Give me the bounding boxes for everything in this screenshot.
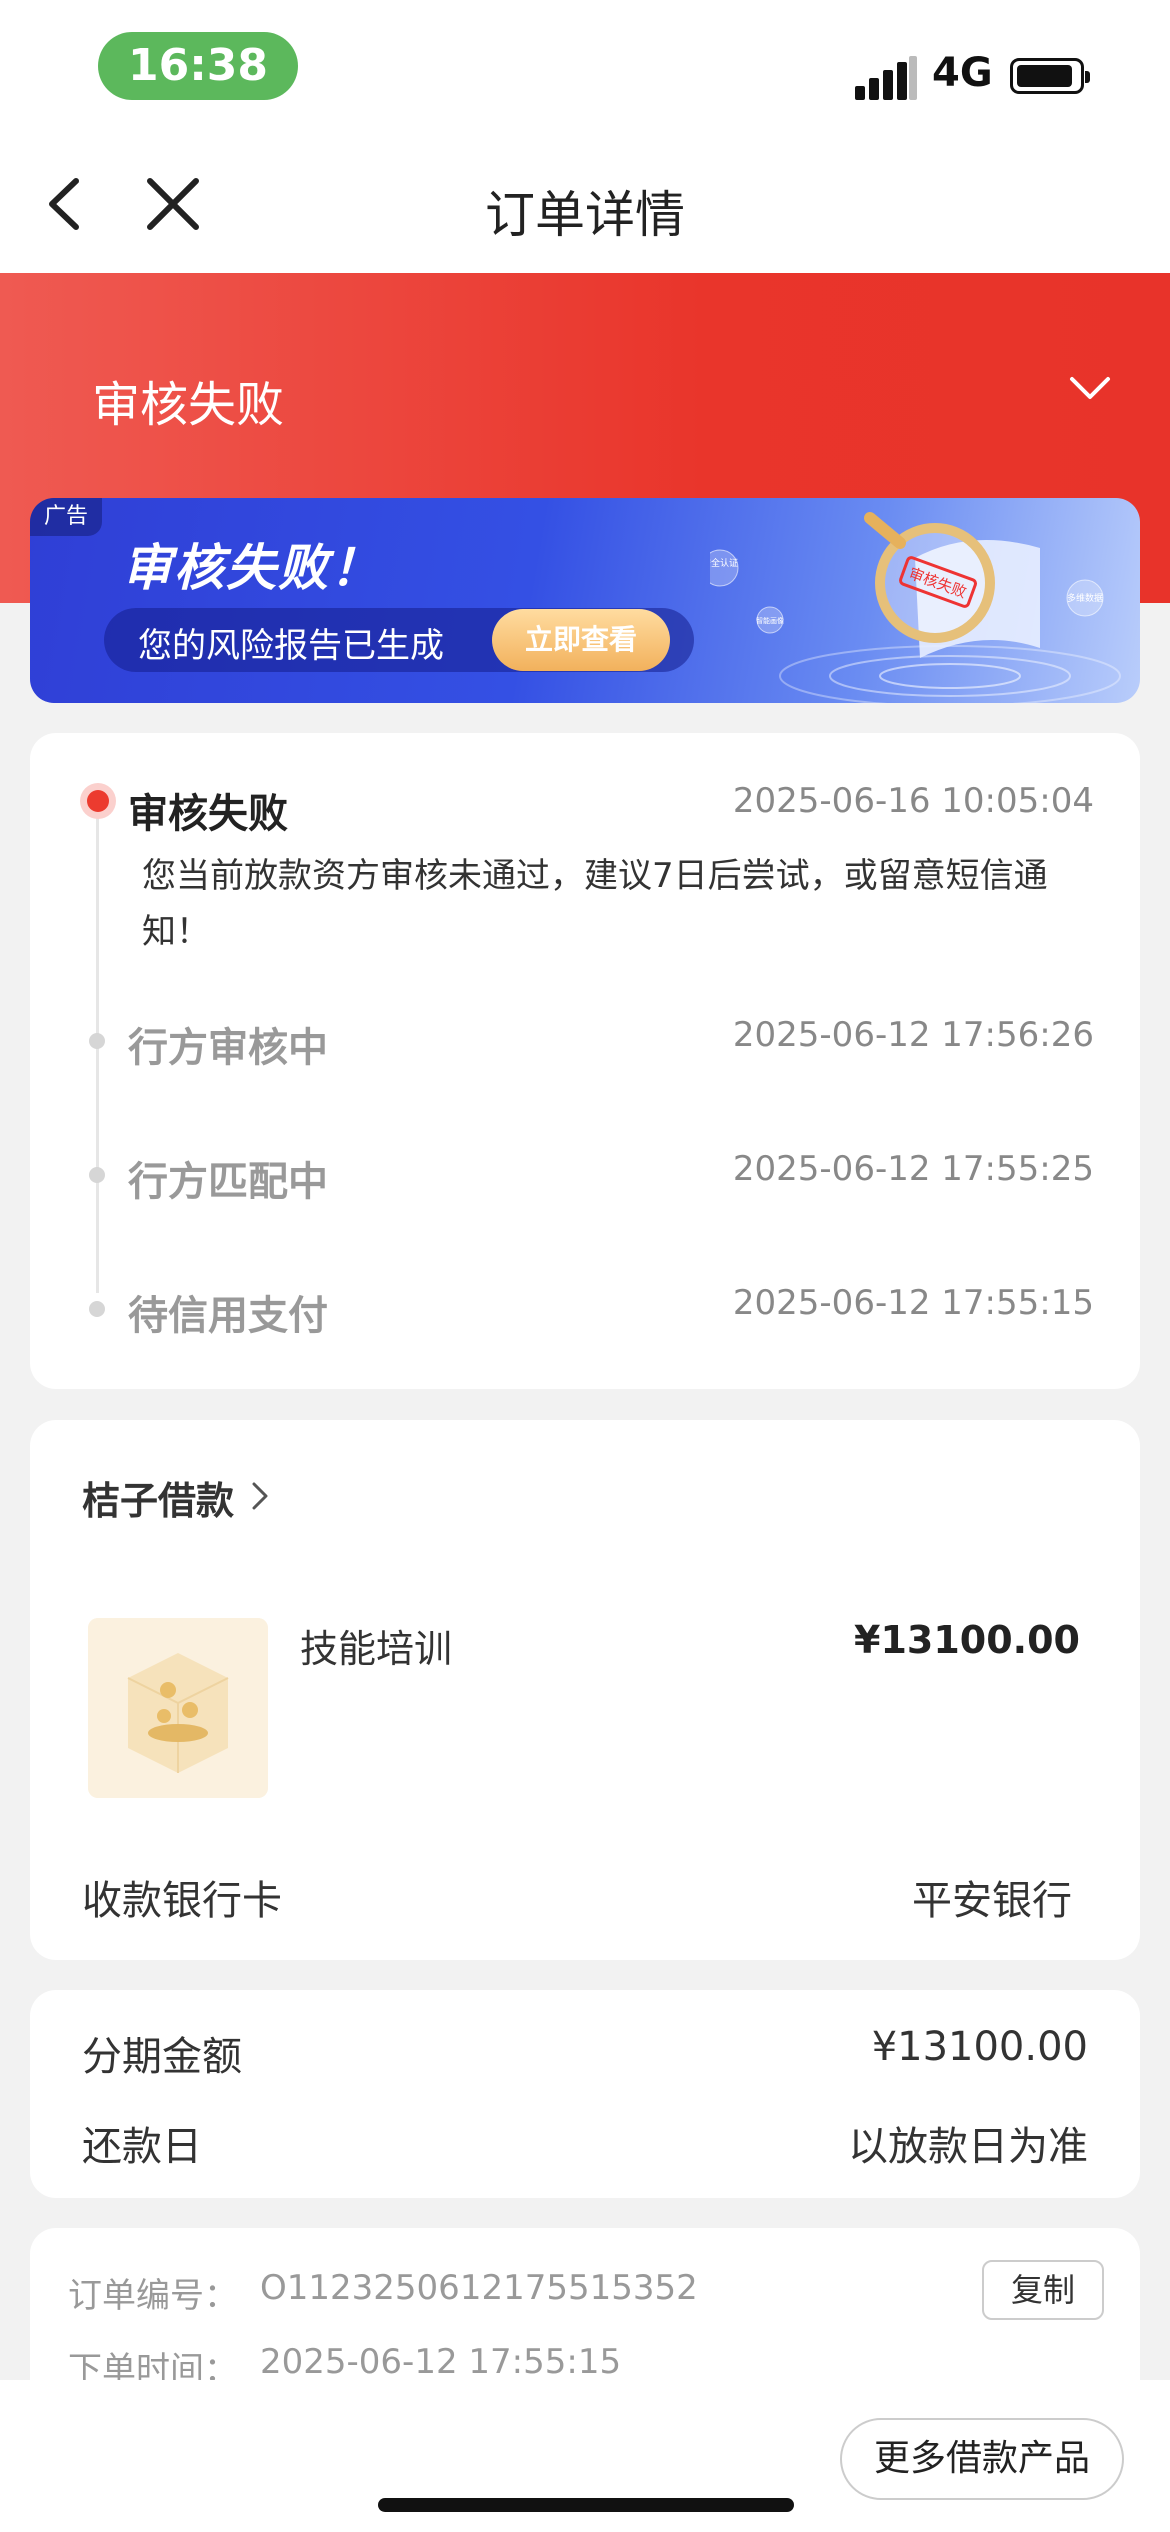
ad-badge-profile: 智能画像 — [756, 616, 784, 625]
home-indicator[interactable] — [378, 2498, 794, 2512]
ad-badge-data: 多维数据 — [1067, 592, 1103, 604]
timeline-dot — [89, 1033, 105, 1049]
timeline-time: 2025-06-12 17:55:15 — [732, 1283, 1094, 1323]
repayment-day-value: 以放款日为准 — [848, 2124, 1088, 2170]
status-bar: 16:38 4G — [0, 0, 1170, 135]
timeline-title: 行方匹配中 — [128, 1159, 328, 1205]
chevron-right-icon[interactable] — [250, 1480, 272, 1512]
timeline-dot — [89, 1301, 105, 1317]
ad-title: 审核失败！ — [122, 539, 382, 597]
ad-tag: 广告 — [30, 498, 102, 536]
ad-badge-security: 安全认证 — [710, 557, 738, 569]
lender-name[interactable]: 桔子借款 — [82, 1470, 234, 1525]
installment-amount-value: ¥13100.00 — [871, 2024, 1088, 2070]
nav-bar: 订单详情 — [0, 135, 1170, 273]
signal-icon — [855, 56, 917, 100]
battery-icon — [1010, 58, 1090, 94]
status-header-title: 审核失败 — [92, 377, 285, 433]
order-time-value: 2025-06-12 17:55:15 — [260, 2342, 622, 2382]
status-time: 16:38 — [98, 32, 298, 100]
product-thumbnail — [88, 1618, 268, 1798]
installment-amount-label: 分期金额 — [82, 2034, 242, 2080]
repayment-day-label: 还款日 — [82, 2124, 202, 2170]
timeline-title: 审核失败 — [128, 791, 288, 837]
order-number-value: O1123250612175515352 — [260, 2268, 698, 2308]
copy-button[interactable]: 复制 — [982, 2260, 1104, 2320]
page-title: 订单详情 — [485, 186, 685, 244]
timeline-description: 您当前放款资方审核未通过，建议7日后尝试，或留意短信通知！ — [142, 856, 1048, 952]
magnifier-illustration: 审核失败 安全认证 多维数据 智能画像 — [710, 512, 1121, 703]
bottom-bar: 更多借款产品 — [0, 2380, 1170, 2532]
ad-view-button[interactable]: 立即查看 — [492, 609, 670, 671]
product-name: 技能培训 — [300, 1627, 453, 1671]
product-price: ¥13100.00 — [854, 1618, 1080, 1662]
timeline-time: 2025-06-12 17:56:26 — [732, 1015, 1094, 1055]
installment-card: 分期金额 ¥13100.00 还款日 以放款日为准 — [30, 1990, 1140, 2198]
product-card: 桔子借款 技能培训 ¥13100.00 收款银行卡 平安银行 — [30, 1420, 1140, 1960]
bank-card-value: 平安银行 — [912, 1878, 1072, 1924]
timeline-dot — [89, 1167, 105, 1183]
bank-card-label: 收款银行卡 — [82, 1878, 282, 1924]
timeline-dot-active — [80, 783, 116, 819]
timeline-title: 行方审核中 — [128, 1025, 328, 1071]
ad-subtitle: 您的风险报告已生成 — [138, 626, 444, 666]
timeline-time: 2025-06-12 17:55:25 — [732, 1149, 1094, 1189]
ad-banner[interactable]: 广告 审核失败！ 您的风险报告已生成 立即查看 审核失败 安全认证 多维数据 智… — [30, 498, 1140, 703]
network-type: 4G — [932, 50, 993, 96]
status-timeline-card: 审核失败 2025-06-16 10:05:04 您当前放款资方审核未通过，建议… — [30, 733, 1140, 1389]
timeline-title: 待信用支付 — [128, 1293, 328, 1339]
more-loan-products-button[interactable]: 更多借款产品 — [839, 2418, 1124, 2500]
timeline-time: 2025-06-16 10:05:04 — [732, 781, 1094, 821]
order-number-label: 订单编号： — [68, 2276, 238, 2316]
chevron-down-icon[interactable] — [1068, 373, 1112, 403]
